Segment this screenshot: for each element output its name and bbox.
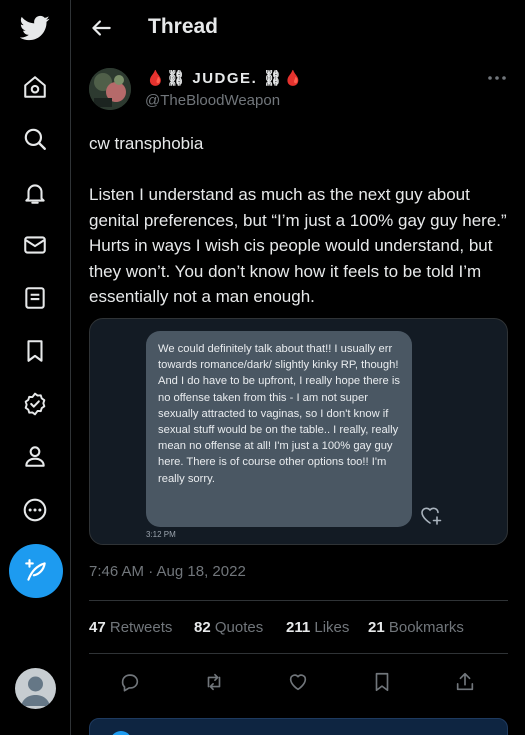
quotes-count: 82 — [194, 619, 211, 636]
bookmarks-label: Bookmarks — [388, 619, 464, 636]
notifications-bell-icon[interactable] — [15, 173, 55, 213]
retweet-button[interactable] — [200, 668, 228, 696]
tweet-actions — [89, 666, 508, 698]
retweet-icon — [207, 673, 221, 691]
quotes-stat[interactable]: 82 Quotes — [194, 619, 263, 636]
messages-envelope-icon[interactable] — [15, 225, 55, 265]
verified-badge-icon[interactable] — [15, 384, 55, 424]
divider — [89, 653, 508, 654]
twitter-logo-icon[interactable] — [15, 8, 55, 48]
retweets-count: 47 — [89, 619, 106, 636]
bookmarks-icon[interactable] — [15, 331, 55, 371]
default-avatar-icon — [21, 676, 50, 706]
bookmark-button[interactable] — [368, 668, 396, 696]
bookmarks-count: 21 — [368, 619, 385, 636]
likes-label: Likes — [314, 619, 350, 636]
like-button[interactable] — [284, 668, 312, 696]
tweet-timestamp[interactable]: 7:46 AM · Aug 18, 2022 — [89, 563, 246, 580]
author-name[interactable]: 🩸⛓ JUDGE. ⛓🩸 — [146, 69, 304, 87]
divider — [89, 600, 508, 601]
retweets-stat[interactable]: 47 Retweets — [89, 619, 172, 636]
tweet-text: cw transphobia Listen I understand as mu… — [89, 134, 507, 306]
author-handle[interactable]: @TheBloodWeapon — [145, 92, 280, 109]
quotes-label: Quotes — [214, 619, 264, 636]
next-card-preview[interactable] — [89, 718, 508, 735]
heart-icon — [289, 674, 307, 691]
reply-icon — [121, 674, 139, 692]
page-title: Thread — [148, 15, 219, 38]
bookmark-icon — [375, 672, 389, 692]
compose-tweet-button[interactable] — [9, 544, 63, 598]
share-button[interactable] — [451, 668, 479, 696]
explore-search-icon[interactable] — [15, 119, 55, 159]
nav-rail — [0, 0, 71, 735]
tweet-image[interactable]: We could definitely talk about that!! I … — [89, 318, 508, 545]
thread-column: Thread 🩸⛓ JUDGE. ⛓🩸 @TheBloodWeapon cw t… — [72, 0, 525, 735]
chat-message-time: 3:12 PM — [146, 530, 176, 539]
thread-header: Thread — [72, 0, 525, 56]
back-arrow-icon[interactable] — [88, 15, 114, 41]
author-photo-icon — [89, 68, 131, 110]
chat-message-bubble: We could definitely talk about that!! I … — [146, 331, 412, 527]
feather-plus-icon — [25, 559, 46, 581]
tweet-more-icon[interactable] — [486, 70, 508, 86]
reply-button[interactable] — [116, 668, 144, 696]
next-card-avatar — [110, 731, 132, 735]
profile-person-icon[interactable] — [15, 436, 55, 476]
author-avatar[interactable] — [89, 68, 131, 110]
retweets-label: Retweets — [109, 619, 173, 636]
account-avatar[interactable] — [15, 668, 56, 709]
likes-stat[interactable]: 211 Likes — [286, 619, 349, 636]
lists-icon[interactable] — [15, 278, 55, 318]
bookmarks-stat[interactable]: 21 Bookmarks — [368, 619, 464, 636]
add-reaction-heart-icon — [421, 507, 442, 525]
more-options-icon[interactable] — [15, 490, 55, 530]
likes-count: 211 — [286, 619, 311, 636]
home-icon[interactable] — [15, 67, 55, 107]
share-icon — [456, 672, 474, 691]
